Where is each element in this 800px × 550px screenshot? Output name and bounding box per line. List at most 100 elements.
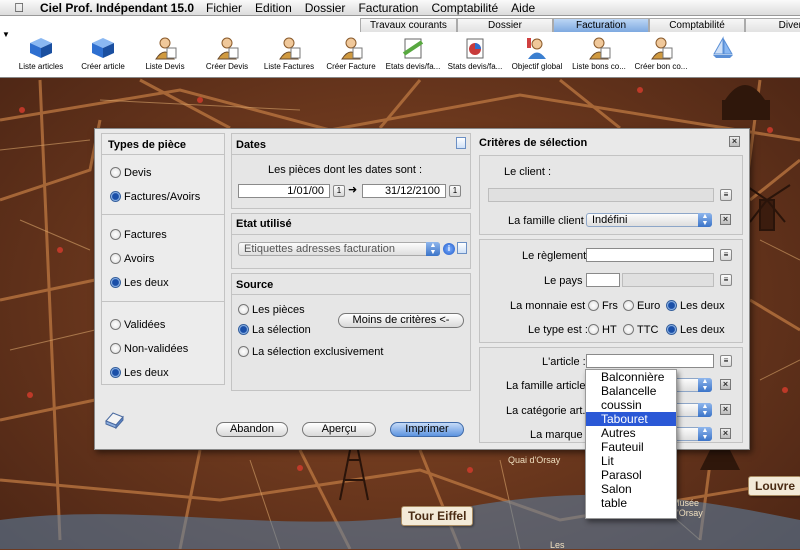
tab-travaux-courants[interactable]: Travaux courants xyxy=(360,18,457,32)
clear-icon[interactable]: × xyxy=(720,214,731,225)
apple-icon[interactable]:  xyxy=(8,0,30,15)
radio-factures[interactable]: Factures xyxy=(110,229,167,241)
clear-icon[interactable]: × xyxy=(720,379,731,390)
toolbar-collapse-icon[interactable]: ▼ xyxy=(2,30,10,39)
menu-comptabilite[interactable]: Comptabilité xyxy=(431,1,498,15)
radio-circle xyxy=(588,300,599,311)
dropdown-option[interactable]: Autres xyxy=(586,426,676,440)
dropdown-option[interactable]: Parasol xyxy=(586,468,676,482)
radio-devis[interactable]: Devis xyxy=(110,167,152,179)
radio-les-deux-monnaie[interactable]: Les deux xyxy=(666,300,725,312)
stats-icon xyxy=(462,36,488,60)
tool-9[interactable]: Liste bons co... xyxy=(568,36,630,71)
radio-euro[interactable]: Euro xyxy=(623,300,660,312)
person-add-icon xyxy=(338,36,364,60)
types-title: Types de pièce xyxy=(108,139,187,151)
menu-dossier[interactable]: Dossier xyxy=(305,1,346,15)
menu-facturation[interactable]: Facturation xyxy=(358,1,418,15)
tool-3[interactable]: Créer Devis xyxy=(196,36,258,71)
tool-2[interactable]: Liste Devis xyxy=(134,36,196,71)
radio-circle xyxy=(238,304,249,315)
tab-divers[interactable]: Diver xyxy=(745,18,800,32)
tab-comptabilite[interactable]: Comptabilité xyxy=(649,18,745,32)
tool-1[interactable]: Créer article xyxy=(72,36,134,71)
clear-icon[interactable]: × xyxy=(720,428,731,439)
radio-non-validees[interactable]: Non-validées xyxy=(110,343,188,355)
dropdown-option[interactable]: Fauteuil xyxy=(586,440,676,454)
app-title[interactable]: Ciel Prof. Indépendant 15.0 xyxy=(40,1,194,15)
toolbar-tabs: Travaux courants Dossier Facturation Com… xyxy=(360,18,800,32)
map-label-tour-eiffel[interactable]: Tour Eiffel xyxy=(401,506,474,526)
tool-7[interactable]: Stats devis/fa... xyxy=(444,36,506,71)
info-icon[interactable]: i xyxy=(443,243,455,255)
document-icon[interactable] xyxy=(456,137,466,149)
famille-client-label: La famille client : xyxy=(508,215,590,227)
marque-dropdown-list: Balconnière Balancelle coussin Tabouret Autr… xyxy=(585,369,677,519)
radio-les-pieces[interactable]: Les pièces xyxy=(238,304,305,316)
etat-select[interactable]: Etiquettes adresses facturation ▲ ▼ xyxy=(238,242,440,256)
article-input[interactable] xyxy=(586,354,714,368)
dropdown-option[interactable]: Tabouret xyxy=(586,412,676,426)
date-to-input[interactable]: 31/12/2100 xyxy=(362,184,446,198)
radio-les-deux-validation[interactable]: Les deux xyxy=(110,367,169,379)
clear-icon[interactable]: × xyxy=(720,404,731,415)
client-input[interactable] xyxy=(488,188,714,202)
radio-frs[interactable]: Frs xyxy=(588,300,618,312)
list-icon[interactable]: ≡ xyxy=(720,189,732,201)
menu-fichier[interactable]: Fichier xyxy=(206,1,242,15)
less-criteria-button[interactable]: Moins de critères <- xyxy=(338,313,464,328)
dropdown-option[interactable]: Salon xyxy=(586,482,676,496)
tab-dossier[interactable]: Dossier xyxy=(457,18,553,32)
radio-factures-avoirs[interactable]: Factures/Avoirs xyxy=(110,191,200,203)
list-icon[interactable]: ≡ xyxy=(720,274,732,286)
tool-0[interactable]: Liste articles xyxy=(10,36,72,71)
calendar-from-button[interactable]: 1 xyxy=(333,185,345,197)
document-icon[interactable] xyxy=(457,242,467,254)
print-button[interactable]: Imprimer xyxy=(390,422,464,437)
client-label: Le client : xyxy=(504,166,552,178)
menu-aide[interactable]: Aide xyxy=(511,1,535,15)
radio-circle xyxy=(666,324,677,335)
person-icon xyxy=(276,36,302,60)
dropdown-option[interactable]: table xyxy=(586,496,676,510)
tab-facturation[interactable]: Facturation xyxy=(553,18,649,32)
list-icon[interactable]: ≡ xyxy=(720,355,732,367)
date-from-input[interactable]: 1/01/00 xyxy=(238,184,330,198)
close-icon[interactable]: × xyxy=(729,136,740,147)
pays-input[interactable] xyxy=(586,273,620,287)
chevron-down-icon: ▲ ▼ xyxy=(698,213,712,227)
radio-validees[interactable]: Validées xyxy=(110,319,165,331)
dropdown-option[interactable]: Balconnière xyxy=(586,370,676,384)
tool-8[interactable]: Objectif global xyxy=(506,36,568,71)
dropdown-option[interactable]: coussin xyxy=(586,398,676,412)
radio-la-selection[interactable]: La sélection xyxy=(238,324,311,336)
menu-edition[interactable]: Edition xyxy=(255,1,292,15)
tool-label: Créer Devis xyxy=(205,62,249,71)
radio-ht[interactable]: HT xyxy=(588,324,617,336)
tool-6[interactable]: Etats devis/fa... xyxy=(382,36,444,71)
tool-5[interactable]: Créer Facture xyxy=(320,36,382,71)
dropdown-option[interactable]: Balancelle xyxy=(586,384,676,398)
arrow-right-icon: ➜ xyxy=(348,184,358,196)
radio-les-deux-type-ht[interactable]: Les deux xyxy=(666,324,725,336)
famille-client-select[interactable]: Indéfini ▲ ▼ xyxy=(586,213,712,227)
tool-4[interactable]: Liste Factures xyxy=(258,36,320,71)
tool-11[interactable] xyxy=(692,36,754,71)
preview-button[interactable]: Aperçu xyxy=(302,422,376,437)
tool-10[interactable]: Créer bon co... xyxy=(630,36,692,71)
pays-label: Le pays : xyxy=(544,275,589,287)
marque-label: La marque : xyxy=(530,429,589,441)
printer-icon[interactable] xyxy=(103,409,125,430)
radio-avoirs[interactable]: Avoirs xyxy=(110,253,154,265)
reglement-input[interactable] xyxy=(586,248,714,262)
dropdown-option[interactable]: Lit xyxy=(586,454,676,468)
tool-label: Stats devis/fa... xyxy=(447,62,503,71)
list-icon[interactable]: ≡ xyxy=(720,249,732,261)
radio-selection-exclusive[interactable]: La sélection exclusivement xyxy=(238,346,383,358)
cancel-button[interactable]: Abandon xyxy=(216,422,288,437)
calendar-to-button[interactable]: 1 xyxy=(449,185,461,197)
map-label-louvre[interactable]: Louvre xyxy=(748,476,800,496)
reglement-label: Le règlement : xyxy=(522,250,593,262)
radio-les-deux-type[interactable]: Les deux xyxy=(110,277,169,289)
radio-ttc[interactable]: TTC xyxy=(623,324,658,336)
